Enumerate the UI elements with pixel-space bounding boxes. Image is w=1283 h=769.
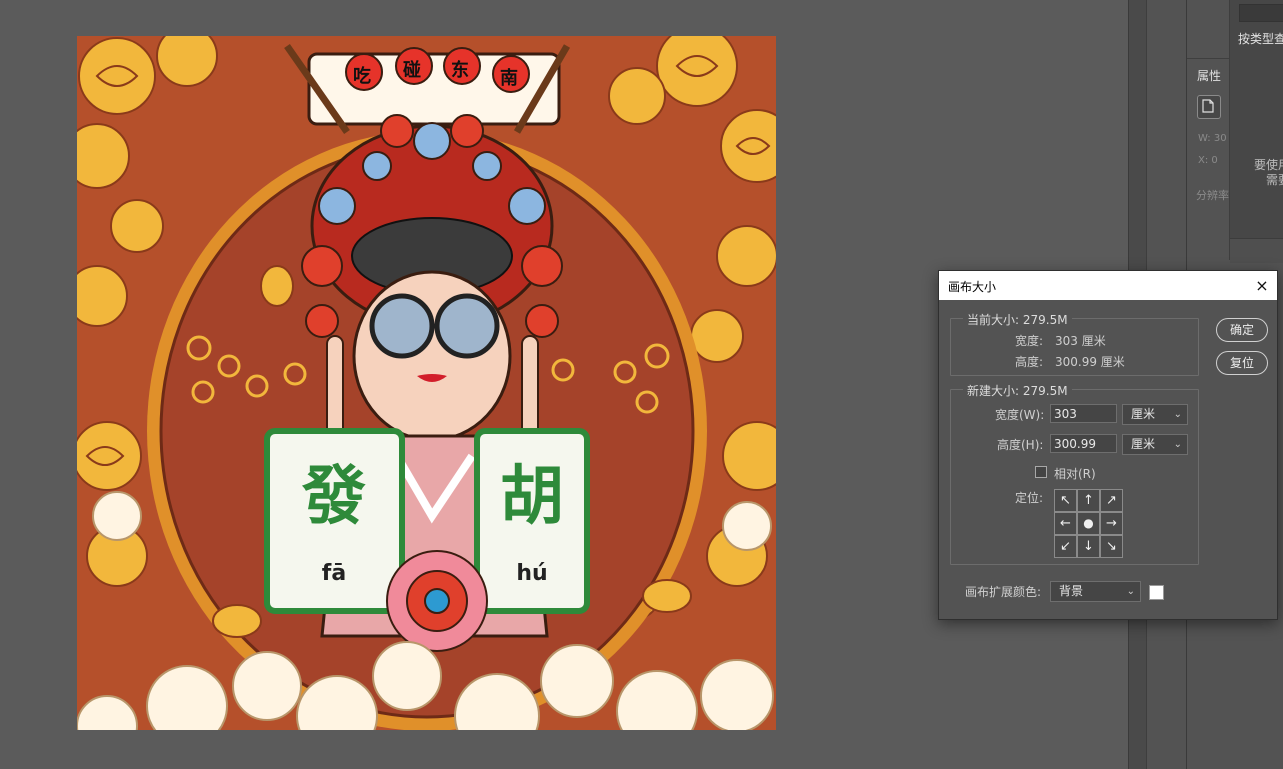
relative-label[interactable]: 相对(R) xyxy=(1054,465,1096,482)
width-readout: W: 30 xyxy=(1198,133,1227,144)
width-unit-value: 厘米 xyxy=(1131,407,1156,421)
height-unit-value: 厘米 xyxy=(1131,437,1156,451)
libraries-filter-label[interactable]: 按类型查 xyxy=(1238,30,1283,47)
anchor-center-icon[interactable]: ● xyxy=(1077,512,1100,535)
document-glyph xyxy=(1202,99,1214,113)
x-readout: X: 0 xyxy=(1198,155,1218,166)
width-unit-select[interactable]: 厘米 ⌄ xyxy=(1122,404,1188,425)
anchor-right-icon[interactable]: → xyxy=(1100,512,1123,535)
close-icon[interactable]: × xyxy=(1247,271,1277,300)
current-size-label: 当前大小: 279.5M xyxy=(963,311,1072,328)
extension-color-label: 画布扩展颜色: xyxy=(965,585,1042,599)
current-width-label: 宽度: xyxy=(1015,334,1044,348)
extension-color-swatch[interactable] xyxy=(1149,585,1164,600)
resolution-label: 分辨率 xyxy=(1196,189,1229,202)
libraries-search-input[interactable] xyxy=(1239,4,1283,22)
current-size-group: 当前大小: 279.5M 宽度: 303 厘米 高度: 300.99 厘米 xyxy=(950,311,1199,376)
banner-char-4: 南 xyxy=(500,68,518,89)
dialog-title: 画布大小 xyxy=(948,280,997,294)
banner-char-2: 碰 xyxy=(403,60,421,81)
banner-char-3: 东 xyxy=(451,60,469,81)
banner-char-1: 吃 xyxy=(353,66,371,87)
anchor-bottom-right-icon[interactable]: ↘ xyxy=(1100,535,1123,558)
current-height-label: 高度: xyxy=(1015,355,1044,369)
anchor-bottom-left-icon[interactable]: ↙ xyxy=(1054,535,1077,558)
tile-right-char: 胡 xyxy=(500,460,564,534)
properties-title[interactable]: 属性 xyxy=(1197,67,1221,84)
relative-checkbox[interactable] xyxy=(1035,466,1047,478)
chevron-down-icon: ⌄ xyxy=(1173,439,1182,450)
current-height-value: 300.99 厘米 xyxy=(1055,355,1125,369)
extension-color-value: 背景 xyxy=(1059,584,1084,598)
height-input[interactable]: 300.99 xyxy=(1050,434,1117,453)
chevron-down-icon: ⌄ xyxy=(1126,586,1135,597)
ok-button[interactable]: 确定 xyxy=(1216,318,1268,342)
new-height-label: 高度(H): xyxy=(997,438,1044,452)
width-input[interactable]: 303 xyxy=(1050,404,1117,423)
tile-left-pinyin: fā xyxy=(322,561,346,586)
libraries-footer-bar xyxy=(1230,238,1283,263)
anchor-bottom-icon[interactable]: ↓ xyxy=(1077,535,1100,558)
tile-right-pinyin: hú xyxy=(516,561,547,586)
artwork-banner: 吃 碰 东 南 xyxy=(337,56,577,96)
panel-top-area xyxy=(1187,0,1231,59)
artwork-illustration: 發 fā 胡 hú xyxy=(77,36,776,730)
anchor-left-icon[interactable]: ← xyxy=(1054,512,1077,535)
anchor-top-left-icon[interactable]: ↖ xyxy=(1054,489,1077,512)
anchor-grid: ↖ ↑ ↗ ← ● → ↙ ↓ ↘ xyxy=(1054,489,1123,558)
libraries-panel: 按类型查 要使用 需要 xyxy=(1230,0,1283,263)
extension-color-select[interactable]: 背景 ⌄ xyxy=(1050,581,1141,602)
document-artwork[interactable]: 發 fā 胡 hú 吃 碰 东 南 xyxy=(77,36,776,730)
height-unit-select[interactable]: 厘米 ⌄ xyxy=(1122,434,1188,455)
tile-left-char: 發 xyxy=(301,460,366,534)
chevron-down-icon: ⌄ xyxy=(1173,409,1182,420)
anchor-top-icon[interactable]: ↑ xyxy=(1077,489,1100,512)
anchor-top-right-icon[interactable]: ↗ xyxy=(1100,489,1123,512)
reset-button[interactable]: 复位 xyxy=(1216,351,1268,375)
current-width-value: 303 厘米 xyxy=(1055,334,1106,348)
dialog-titlebar[interactable]: 画布大小 × xyxy=(939,271,1277,300)
new-width-label: 宽度(W): xyxy=(995,408,1045,422)
anchor-label: 定位: xyxy=(1015,491,1044,505)
libraries-message-line2: 需要 xyxy=(1266,173,1283,187)
document-icon[interactable] xyxy=(1197,95,1221,119)
canvas-size-dialog: 画布大小 × 当前大小: 279.5M 宽度: 303 厘米 高度: 300.9… xyxy=(938,270,1278,620)
new-size-label: 新建大小: 279.5M xyxy=(963,382,1072,399)
